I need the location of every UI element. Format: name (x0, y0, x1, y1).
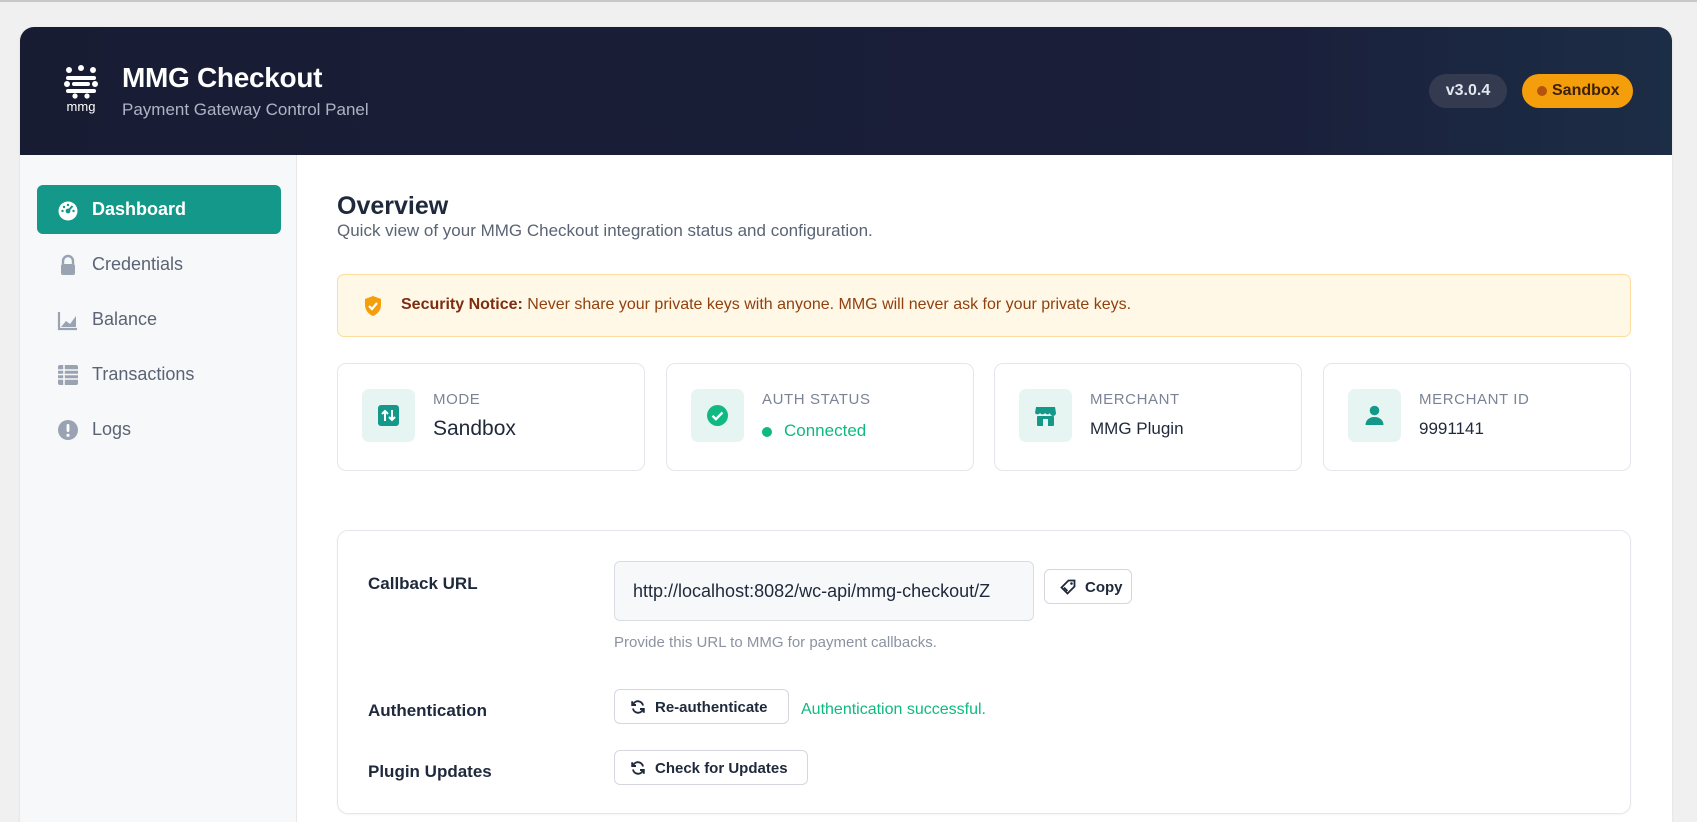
table-icon (58, 365, 78, 385)
svg-text:mmg: mmg (67, 99, 96, 114)
app-title: MMG Checkout (122, 62, 323, 93)
version-badge: v3.0.4 (1429, 74, 1507, 108)
mode-card: Mode Sandbox (337, 363, 645, 471)
sidebar-item-credentials[interactable]: Credentials (37, 240, 281, 289)
page-description: Quick view of your MMG Checkout integrat… (337, 221, 873, 240)
sidebar: Dashboard Credentials Balance Transactio… (20, 155, 297, 822)
copy-tag-icon (1060, 579, 1076, 595)
auth-icon-box (691, 389, 744, 442)
environment-dot-icon (1537, 86, 1547, 96)
merchant-id-value: 9991141 (1419, 419, 1484, 438)
check-updates-button[interactable]: Check for Updates (614, 750, 808, 785)
integration-settings-panel: Callback URL Copy Provide this URL to MM… (337, 530, 1631, 814)
auth-status-label: Auth Status (762, 391, 871, 408)
sidebar-item-label: Credentials (92, 254, 184, 274)
auth-success-message: Authentication successful. (801, 701, 986, 718)
callback-url-field[interactable] (614, 561, 1034, 621)
user-icon (1365, 405, 1384, 425)
security-notice: Security Notice: Never share your privat… (337, 274, 1631, 337)
exclamation-icon (58, 420, 78, 440)
auth-status-card: Auth Status Connected (666, 363, 974, 471)
page-title: Overview (337, 192, 449, 220)
gauge-icon (58, 201, 78, 221)
mode-label: Mode (433, 391, 481, 408)
copy-button[interactable]: Copy (1044, 569, 1132, 604)
mmg-logo: mmg (64, 65, 98, 114)
merchant-card: Merchant MMG Plugin (994, 363, 1302, 471)
window-top-border (0, 0, 1697, 2)
sidebar-item-label: Balance (92, 309, 158, 329)
refresh-icon (631, 761, 645, 775)
authentication-label: Authentication (368, 701, 487, 720)
security-notice-heading: Security Notice: (401, 296, 523, 313)
environment-label: Sandbox (1552, 82, 1620, 99)
merchant-id-icon-box (1348, 389, 1401, 442)
switch-icon (378, 405, 399, 426)
callback-url-help: Provide this URL to MMG for payment call… (614, 634, 937, 651)
lock-icon (61, 254, 75, 275)
security-notice-body: Never share your private keys with anyon… (527, 296, 1132, 313)
chart-icon (57, 312, 77, 331)
sidebar-item-label: Logs (92, 419, 132, 439)
status-dot-icon (762, 427, 772, 437)
refresh-icon (631, 700, 645, 714)
sidebar-item-label: Dashboard (92, 199, 187, 219)
security-notice-text: Security Notice: Never share your privat… (401, 296, 1131, 314)
merchant-label: Merchant (1090, 391, 1180, 408)
merchant-id-label: Merchant ID (1419, 391, 1530, 408)
auth-status-value: Connected (784, 421, 867, 440)
mode-value: Sandbox (433, 417, 516, 440)
sidebar-item-transactions[interactable]: Transactions (37, 350, 281, 399)
main-content: Overview Quick view of your MMG Checkout… (297, 155, 1672, 822)
sidebar-item-dashboard[interactable]: Dashboard (37, 185, 281, 234)
store-icon (1035, 407, 1056, 426)
sidebar-item-balance[interactable]: Balance (37, 295, 281, 344)
plugin-updates-label: Plugin Updates (368, 762, 492, 781)
merchant-value: MMG Plugin (1090, 419, 1184, 438)
check-updates-label: Check for Updates (655, 760, 788, 777)
re-authenticate-button[interactable]: Re-authenticate (614, 689, 789, 724)
sidebar-item-logs[interactable]: Logs (37, 405, 281, 454)
app-header: mmg MMG Checkout Payment Gateway Control… (20, 27, 1672, 155)
app-window: mmg MMG Checkout Payment Gateway Control… (20, 27, 1672, 822)
mode-icon-box (362, 389, 415, 442)
check-circle-icon (707, 405, 728, 426)
callback-url-label: Callback URL (368, 574, 478, 593)
environment-badge: Sandbox (1522, 74, 1633, 108)
copy-button-label: Copy (1085, 579, 1123, 596)
shield-icon (365, 296, 381, 316)
re-authenticate-label: Re-authenticate (655, 699, 768, 716)
app-subtitle: Payment Gateway Control Panel (122, 100, 369, 119)
merchant-icon-box (1019, 389, 1072, 442)
merchant-id-card: Merchant ID 9991141 (1323, 363, 1631, 471)
sidebar-item-label: Transactions (92, 364, 195, 384)
